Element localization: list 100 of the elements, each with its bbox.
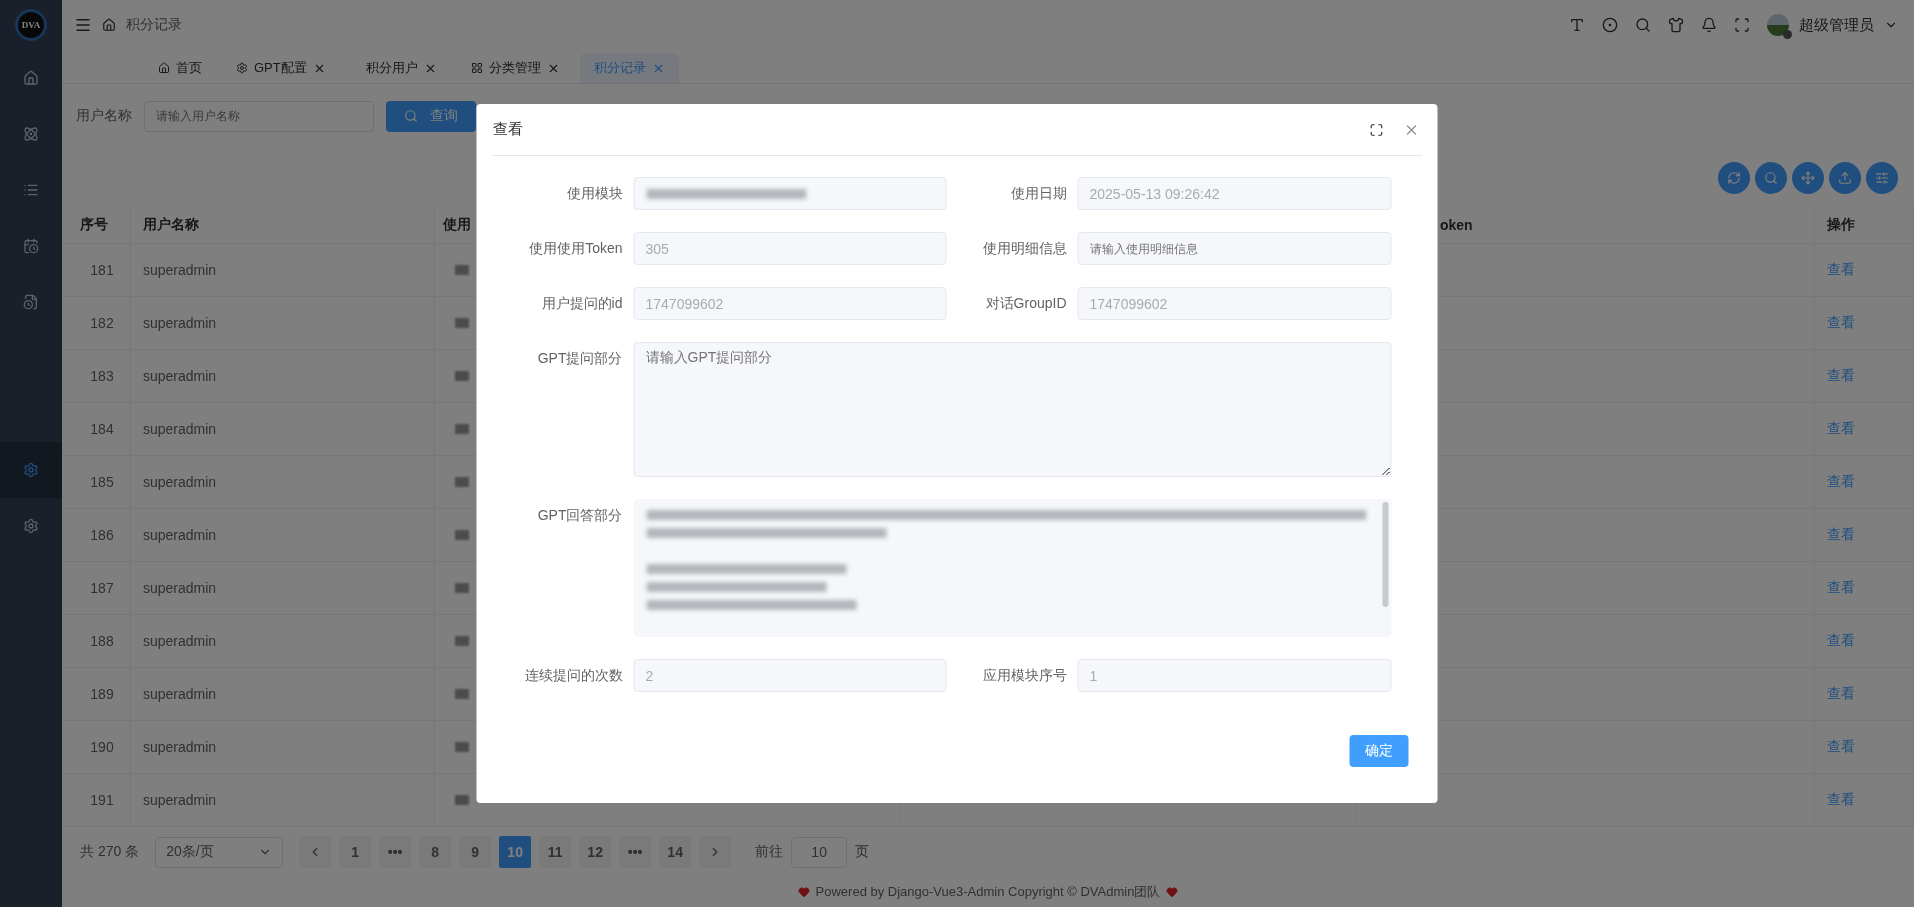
field-label: 使用使用Token [528,239,624,258]
blurred-text-drawing [455,318,469,328]
avatar[interactable] [1767,14,1789,36]
move-icon [1801,170,1815,185]
blurred-text-drawing [455,424,469,434]
column-header: 操作 [1815,207,1914,244]
shirt-icon[interactable] [1668,17,1684,33]
page-button[interactable]: 9 [459,836,492,868]
table-cell: superadmin [131,297,435,350]
table-cell: superadmin [131,456,435,509]
view-link[interactable]: 查看 [1827,526,1855,544]
table-cell: 186 [62,509,131,562]
view-link[interactable]: 查看 [1827,632,1855,650]
tab[interactable]: 积分用户 [345,53,451,83]
view-link[interactable]: 查看 [1827,261,1855,279]
logo: DVA [15,9,47,41]
page-suffix: 页 [855,843,870,861]
table-cell: 188 [62,615,131,668]
table-cell: superadmin [131,509,435,562]
blurred-text-drawing [455,795,469,805]
refresh-button[interactable] [1718,161,1750,194]
search-icon [1764,170,1778,185]
table-cell: superadmin [131,774,435,827]
column-header: 用户名称 [131,207,435,244]
search-icon[interactable] [1635,17,1651,33]
table-cell: 181 [62,244,131,297]
search-button[interactable] [1755,161,1787,194]
view-link[interactable]: 查看 [1827,685,1855,703]
page-button[interactable]: 11 [539,836,572,868]
fullscreen-icon[interactable] [1369,122,1384,137]
sidebar-item[interactable] [0,442,62,498]
home-icon [102,18,116,32]
language-icon[interactable] [1602,17,1618,33]
confirm-button[interactable]: 确定 [1349,735,1409,767]
field-label: GPT提问部分 [536,349,624,368]
table-cell: superadmin [131,721,435,774]
page-size-select[interactable]: 20条/页 [155,836,284,868]
input-field[interactable] [633,177,947,210]
page-button[interactable]: ••• [379,836,412,868]
document-clock-icon [23,294,39,310]
field-label: GPT回答部分 [536,506,624,525]
table-cell: 190 [62,721,131,774]
total-count: 共 270 条 [80,843,140,861]
page-button[interactable]: 14 [659,836,692,868]
view-link[interactable]: 查看 [1827,791,1855,809]
move-button[interactable] [1792,161,1824,194]
table-cell: superadmin [131,668,435,721]
home-icon [23,70,39,86]
page-button[interactable]: 12 [579,836,612,868]
view-link[interactable]: 查看 [1827,473,1855,491]
table-cell: 191 [62,774,131,827]
footer-text: Powered by Django-Vue3-Admin Copyright © DVAdmin团队 [815,883,1161,901]
page-button[interactable]: 8 [419,836,452,868]
refresh-icon [1727,170,1741,185]
grid-icon [470,62,483,74]
view-link[interactable]: 查看 [1827,367,1855,385]
upload-icon [1838,170,1852,185]
sliders-icon [1875,170,1889,185]
query-button[interactable]: 查询 [386,100,476,132]
previous-page-button[interactable] [299,836,332,868]
gear-icon [23,518,39,534]
upload-button[interactable] [1829,161,1861,194]
dialog-title: 查看 [492,120,524,139]
tab[interactable]: 分类管理 [456,53,574,83]
table-cell: 185 [62,456,131,509]
table-cell: 184 [62,403,131,456]
table-cell: superadmin [131,350,435,403]
menu-icon[interactable] [74,16,92,34]
page-button[interactable]: 10 [499,836,532,868]
calendar-icon [23,238,39,254]
bell-icon[interactable] [1701,17,1717,33]
table-cell: superadmin [131,244,435,297]
view-link[interactable]: 查看 [1827,738,1855,756]
search-field[interactable]: 请输入用户名称 [144,100,374,132]
user-name[interactable]: 超级管理员 [1799,15,1874,35]
tab[interactable]: 积分记录 [579,53,679,83]
table-cell: superadmin [131,615,435,668]
tab[interactable]: GPT配置 [222,53,340,83]
table-cell: 183 [62,350,131,403]
list-icon [23,182,39,198]
next-page-button[interactable] [699,836,732,868]
page-button[interactable]: ••• [619,836,652,868]
page-button[interactable]: 1 [339,836,372,868]
field-label: 连续提问的次数 [523,666,624,685]
page-input[interactable]: 10 [791,836,848,868]
columns-button[interactable] [1866,161,1898,194]
view-link[interactable]: 查看 [1827,314,1855,332]
font-size-icon[interactable] [1569,17,1585,33]
blurred-text-drawing [455,689,469,699]
fullscreen-icon[interactable] [1734,17,1750,33]
gear-icon [23,462,39,478]
view-link[interactable]: 查看 [1827,579,1855,597]
search-icon [404,109,418,123]
breadcrumb[interactable]: 积分记录 [126,16,182,34]
blurred-text-drawing [455,265,469,275]
view-link[interactable]: 查看 [1827,420,1855,438]
field-label: 使用日期 [1009,184,1068,203]
blurred-text-drawing [455,636,469,646]
blurred-text-drawing [455,477,469,487]
tab[interactable]: 首页 [144,53,216,83]
